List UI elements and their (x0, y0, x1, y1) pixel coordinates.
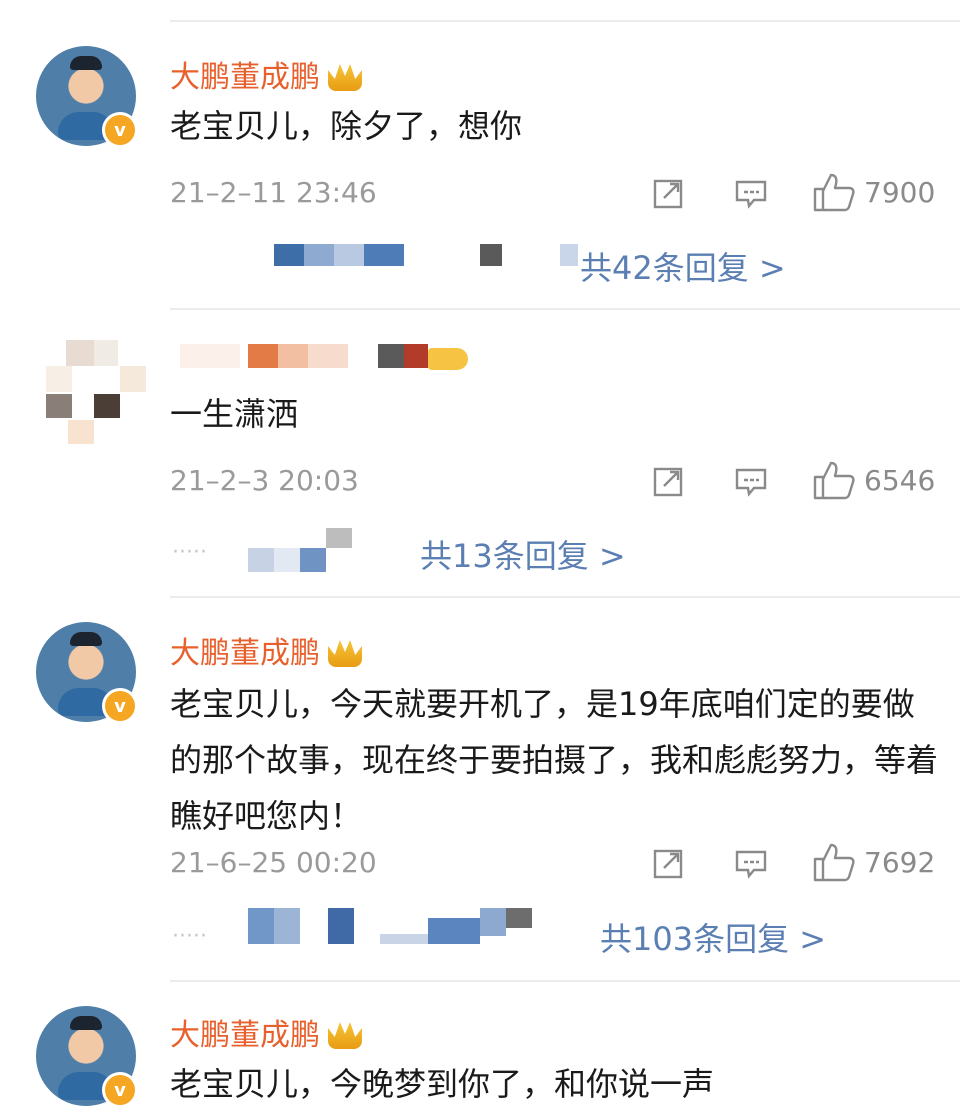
timestamp: 21–6–25 00:20 (170, 846, 377, 879)
like-icon[interactable] (812, 842, 856, 882)
verified-badge-icon: v (102, 112, 138, 148)
reply-preview-dots: ····· (172, 924, 207, 949)
view-replies-link[interactable]: 共42条回复 > (580, 243, 786, 289)
crown-icon (328, 640, 362, 667)
comment-text: 一生潇洒 (170, 395, 299, 433)
share-icon[interactable] (652, 176, 686, 210)
username[interactable]: 大鹏董成鹏 (170, 52, 362, 96)
blur-block (248, 548, 274, 572)
blur-block (66, 340, 94, 366)
blur-block (480, 908, 506, 936)
like-count: 7692 (864, 846, 936, 879)
username-text[interactable]: 大鹏董成鹏 (170, 1018, 320, 1053)
blur-block (94, 340, 118, 366)
share-icon[interactable] (652, 464, 686, 498)
like-count: 7900 (864, 176, 936, 209)
blur-block (308, 344, 348, 368)
like-icon[interactable] (812, 172, 856, 212)
blur-block (328, 908, 354, 944)
view-replies-link[interactable]: 共103条回复 > (600, 914, 826, 960)
timestamp: 21–2–11 23:46 (170, 176, 377, 209)
comment-text: 老宝贝儿，今晚梦到你了，和你说一声 (170, 1065, 715, 1103)
blur-block (480, 244, 502, 266)
reply-preview-dots: ····· (172, 540, 207, 565)
reply-preview[interactable] (248, 908, 588, 948)
avatar[interactable]: v (36, 46, 138, 148)
comment-icon[interactable] (734, 178, 768, 210)
reply-preview[interactable] (248, 528, 368, 574)
crown-icon (328, 1022, 362, 1049)
blur-block (300, 548, 326, 572)
blur-block (506, 908, 532, 928)
blur-block (428, 918, 480, 944)
blur-block (94, 394, 120, 418)
blur-block (326, 528, 352, 548)
crown-icon (328, 64, 362, 91)
timestamp: 21–2–3 20:03 (170, 464, 359, 497)
divider (170, 308, 960, 310)
divider (170, 596, 960, 598)
blur-block (278, 344, 308, 368)
username-text[interactable]: 大鹏董成鹏 (170, 636, 320, 671)
username[interactable] (180, 344, 480, 374)
blur-block (248, 344, 278, 368)
avatar[interactable]: v (36, 622, 138, 724)
verified-badge-icon: v (102, 688, 138, 724)
divider (170, 980, 960, 982)
blur-block (404, 344, 428, 368)
username-text[interactable]: 大鹏董成鹏 (170, 60, 320, 95)
blur-block (46, 366, 72, 392)
share-icon[interactable] (652, 846, 686, 880)
blur-block (428, 348, 468, 370)
blur-block (120, 366, 146, 392)
view-replies-link[interactable]: 共13条回复 > (420, 531, 626, 577)
blur-block (334, 244, 364, 266)
blur-block (274, 548, 300, 572)
comment-icon[interactable] (734, 466, 768, 498)
reply-preview[interactable] (274, 244, 578, 268)
like-count: 6546 (864, 464, 936, 497)
blur-block (560, 244, 578, 266)
blur-block (46, 394, 72, 418)
comment-text: 老宝贝儿，今天就要开机了，是19年底咱们定的要做的那个故事，现在终于要拍摄了，我… (170, 685, 939, 835)
blur-block (180, 344, 240, 368)
comment-text: 老宝贝儿，除夕了，想你 (170, 107, 523, 145)
username[interactable]: 大鹏董成鹏 (170, 628, 362, 672)
blur-block (274, 244, 304, 266)
username[interactable]: 大鹏董成鹏 (170, 1010, 362, 1054)
blur-block (378, 344, 404, 368)
blur-block (380, 934, 428, 944)
divider (170, 20, 960, 22)
blur-block (304, 244, 334, 266)
avatar[interactable]: v (36, 1006, 138, 1108)
blur-block (248, 908, 274, 944)
avatar[interactable] (46, 340, 146, 444)
blur-block (68, 420, 94, 444)
like-icon[interactable] (812, 460, 856, 500)
blur-block (364, 244, 404, 266)
blur-block (274, 908, 300, 944)
verified-badge-icon: v (102, 1072, 138, 1108)
comment-icon[interactable] (734, 848, 768, 880)
